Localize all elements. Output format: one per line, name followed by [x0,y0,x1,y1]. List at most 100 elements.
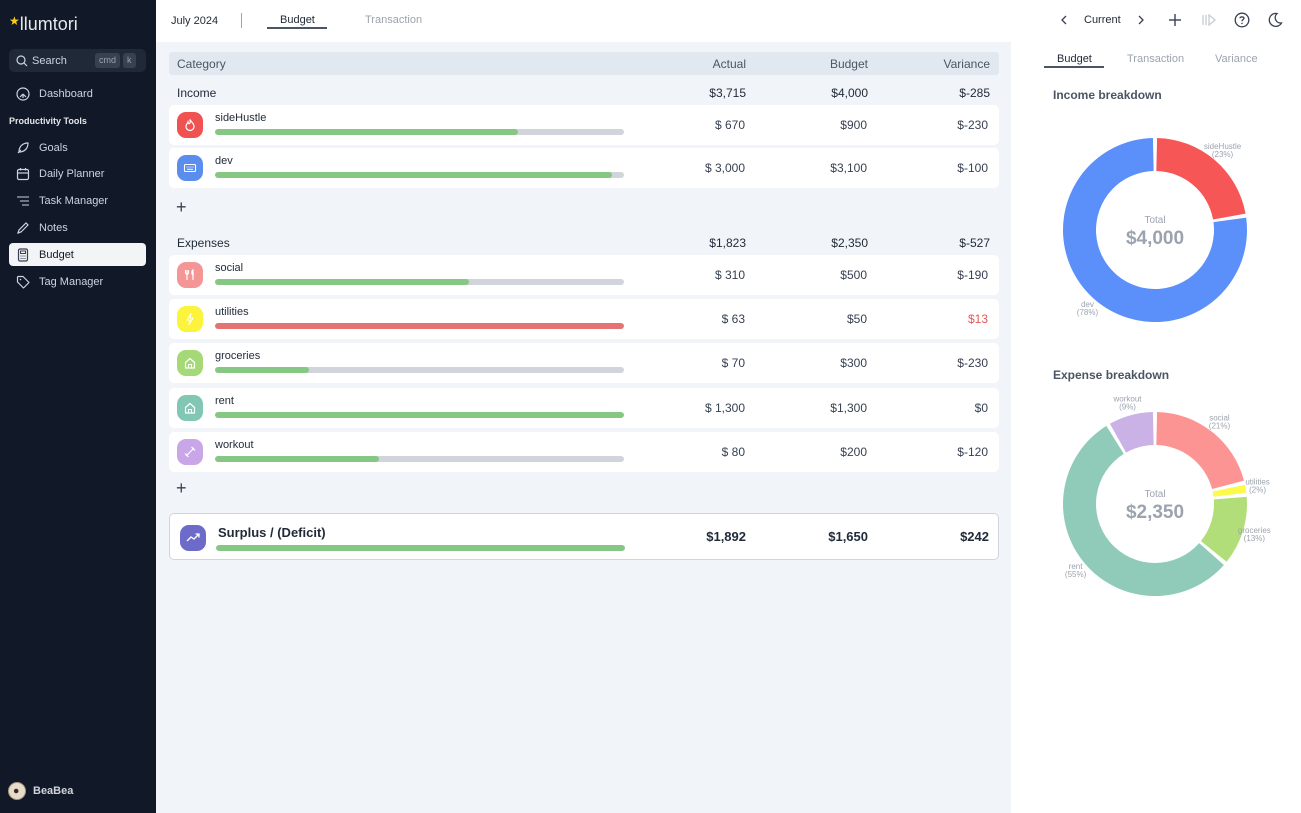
slice-percent-label: (2%) [1249,486,1266,495]
actual-value[interactable]: $ 3,000 [649,148,745,188]
sidebar-item-notes[interactable]: Notes [9,216,146,239]
keyboard-icon[interactable] [177,155,203,181]
slice-social[interactable] [1156,412,1244,490]
category-name[interactable]: utilities [215,306,249,318]
panel-toggle-icon[interactable] [1201,12,1217,28]
category-name[interactable]: groceries [215,350,260,362]
surplus-row[interactable]: Surplus / (Deficit) $1,892 $1,650 $242 [169,513,999,560]
header-budget: Budget [829,56,868,71]
donut-center-value: $4,000 [1126,228,1184,249]
budget-value[interactable]: $50 [769,299,867,339]
slice-percent-label: (78%) [1077,308,1099,317]
budget-value[interactable]: $200 [769,432,867,472]
sidebar-item-tag-manager[interactable]: Tag Manager [9,270,146,293]
table-row-social[interactable]: social $ 310 $500 $-190 [169,255,999,295]
category-name[interactable]: dev [215,155,233,167]
plus-icon[interactable] [1167,12,1183,28]
progress-fill [215,367,310,374]
actual-value[interactable]: $ 70 [649,343,745,383]
help-icon[interactable] [1234,12,1250,28]
tab-transaction-breakdown[interactable]: Transaction [1127,53,1184,65]
sidebar-item-label: Tag Manager [39,275,104,288]
donut-center-label: Total [1144,489,1165,500]
chevron-right-icon[interactable] [1135,12,1147,28]
variance-value: $0 [974,400,988,415]
budget-value[interactable]: $500 [769,255,867,295]
variance-value: $13 [967,312,988,327]
progress-fill [215,172,612,178]
bolt-icon[interactable] [177,306,203,333]
dashboard-icon [15,86,31,102]
table-row-utilities[interactable]: utilities $ 63 $50 $13 [169,299,999,340]
budget-value[interactable]: $1,300 [769,388,867,428]
home-icon[interactable] [177,350,203,377]
sidebar-item-task-manager[interactable]: Task Manager [9,189,146,212]
actual-value[interactable]: $ 63 [649,299,745,339]
search-icon [16,54,28,66]
divider [241,13,242,28]
sidebar-item-dashboard[interactable]: Dashboard [9,82,146,105]
category-name[interactable]: sideHustle [215,112,266,124]
add-income-button[interactable]: + [176,198,187,216]
surplus-progress-bar [216,545,625,551]
tab-active-indicator [1044,66,1104,68]
search-input[interactable]: Search cmd k [9,49,146,72]
category-name[interactable]: workout [215,439,254,451]
fire-icon[interactable] [177,112,203,138]
category-name[interactable]: rent [215,395,234,407]
tab-budget[interactable]: Budget [280,14,315,26]
category-progress-bar [215,367,624,374]
brand-name: llumtori [19,14,78,34]
sidebar-item-daily-planner[interactable]: Daily Planner [9,162,146,185]
sidebar-item-label: Dashboard [39,87,93,100]
table-row-dev[interactable]: dev $ 3,000 $3,100 $-100 [169,148,999,188]
budget-value[interactable]: $3,100 [769,148,867,188]
top-bar: July 2024 Budget Transaction Current [156,0,1301,42]
surplus-label: Surplus / (Deficit) [218,525,326,540]
actual-value[interactable]: $ 1,300 [649,388,745,428]
category-name[interactable]: social [215,262,243,274]
variance-value: $-230 [957,356,988,371]
table-row-groceries[interactable]: groceries $ 70 $300 $-230 [169,343,999,384]
variance-value: $-230 [957,118,988,132]
group-budget: $2,350 [831,236,868,250]
fork-knife-icon[interactable] [177,262,203,288]
budget-value[interactable]: $900 [769,105,867,145]
group-budget: $4,000 [831,86,868,100]
user-name: BeaBea [33,785,74,797]
tab-variance-breakdown[interactable]: Variance [1215,53,1258,65]
add-expense-button[interactable]: + [176,479,187,497]
chevron-left-icon[interactable] [1058,12,1070,28]
actual-value[interactable]: $ 670 [649,105,745,145]
progress-fill [216,545,625,551]
sidebar-item-budget[interactable]: Budget [9,243,146,266]
surplus-budget: $1,650 [828,529,868,544]
group-variance: $-285 [959,86,990,100]
group-label: Income [177,86,217,100]
actual-value[interactable]: $ 310 [649,255,745,295]
home-icon[interactable] [177,394,203,421]
user-profile[interactable]: BeaBea [8,782,73,800]
donut-center-value: $2,350 [1126,502,1184,523]
table-row-workout[interactable]: workout $ 80 $200 $-120 [169,431,999,472]
dumbbell-icon[interactable] [177,438,203,465]
variance-value: $-190 [957,268,988,282]
budget-value[interactable]: $300 [769,343,867,383]
sidebar-item-goals[interactable]: Goals [9,136,146,159]
expense-donut-chart: social(21%)utilities(2%)groceries(13%)re… [1063,395,1271,596]
tab-transaction[interactable]: Transaction [365,14,422,26]
progress-fill [215,455,379,462]
variance-value: $-100 [957,161,988,175]
sidebar: ★ llumtori Search cmd k Dashboard Produc… [0,0,156,813]
moon-icon[interactable] [1267,12,1283,28]
actual-value[interactable]: $ 80 [649,432,745,472]
category-progress-bar [215,129,624,135]
tab-budget-breakdown[interactable]: Budget [1057,53,1092,65]
table-row-rent[interactable]: rent $ 1,300 $1,300 $0 [169,387,999,428]
table-row-sidehustle[interactable]: sideHustle $ 670 $900 $-230 [169,105,999,145]
progress-fill [215,279,469,285]
variance-value: $-120 [957,444,988,459]
period-selector[interactable]: Current [1084,12,1121,28]
brand-logo[interactable]: ★ llumtori [9,14,78,35]
star-icon: ★ [9,13,20,28]
